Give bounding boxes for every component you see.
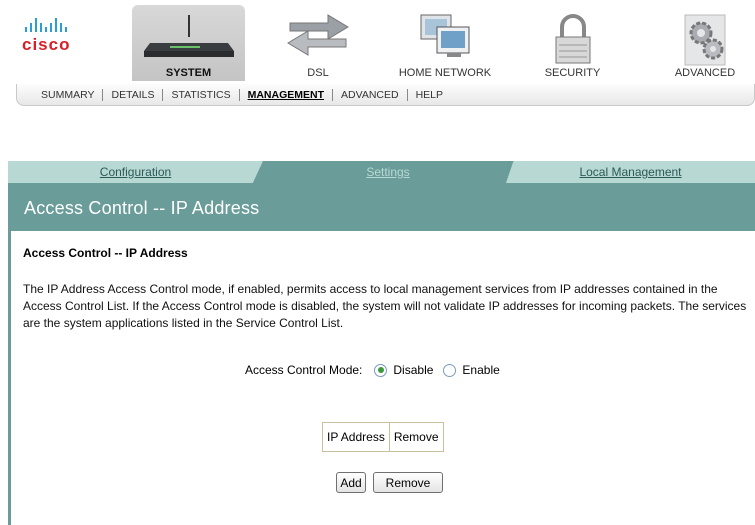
cisco-wordmark: cisco <box>22 35 71 54</box>
tab-configuration[interactable]: Configuration <box>8 161 263 183</box>
nav-label: SECURITY <box>544 67 601 79</box>
disable-radio[interactable] <box>374 363 388 377</box>
page-header: Access Control -- IP Address <box>8 183 755 231</box>
add-button[interactable]: Add <box>336 472 366 493</box>
page-title: Access Control -- IP Address <box>24 198 260 218</box>
enable-label[interactable]: Enable <box>462 363 499 377</box>
nav-label: ADVANCED <box>674 67 736 79</box>
gears-icon <box>684 14 726 66</box>
section-description: The IP Address Access Control mode, if e… <box>23 282 747 330</box>
page-tabs: Configuration Settings Local Management <box>8 161 755 183</box>
cisco-bars-icon <box>25 18 102 32</box>
nav-label: DSL <box>307 67 329 79</box>
computers-icon <box>420 14 470 57</box>
subnav-statistics[interactable]: STATISTICS <box>163 88 240 101</box>
subnav-details[interactable]: DETAILS <box>103 88 164 101</box>
tab-settings[interactable]: Settings <box>263 161 513 183</box>
access-control-mode-row: Access Control Mode: Disable Enable <box>245 363 500 377</box>
enable-radio[interactable] <box>443 363 457 377</box>
subnav-management[interactable]: MANAGEMENT <box>240 88 334 101</box>
ip-address-column-header: IP Address <box>322 422 390 452</box>
disable-label[interactable]: Disable <box>393 363 433 377</box>
main-content: Access Control -- IP Address The IP Addr… <box>8 231 755 525</box>
nav-dsl[interactable]: DSL <box>268 5 368 81</box>
subnav-summary[interactable]: SUMMARY <box>41 88 104 101</box>
access-control-mode-label: Access Control Mode: <box>245 363 363 377</box>
padlock-icon <box>555 14 590 64</box>
nav-advanced[interactable]: ADVANCED <box>665 5 745 81</box>
subnav-help[interactable]: HELP <box>408 89 451 101</box>
tab-local-management[interactable]: Local Management <box>506 161 755 183</box>
nav-label: SYSTEM <box>165 67 212 79</box>
remove-column-header: Remove <box>388 422 444 452</box>
access-control-list-table: IP Address Remove <box>322 422 444 452</box>
nav-system[interactable]: SYSTEM <box>132 5 245 81</box>
section-title: Access Control -- IP Address <box>23 246 188 260</box>
arrows-exchange-icon <box>287 14 349 56</box>
nav-security[interactable]: SECURITY <box>530 5 615 81</box>
router-icon <box>143 15 234 57</box>
subnav-advanced[interactable]: ADVANCED <box>333 88 408 101</box>
cisco-logo: cisco <box>22 18 102 60</box>
nav-home-network[interactable]: HOME NETWORK <box>385 5 505 81</box>
nav-label: HOME NETWORK <box>398 67 492 79</box>
sub-navigation: SUMMARY DETAILS STATISTICS MANAGEMENT AD… <box>16 84 755 106</box>
remove-button[interactable]: Remove <box>373 472 443 493</box>
